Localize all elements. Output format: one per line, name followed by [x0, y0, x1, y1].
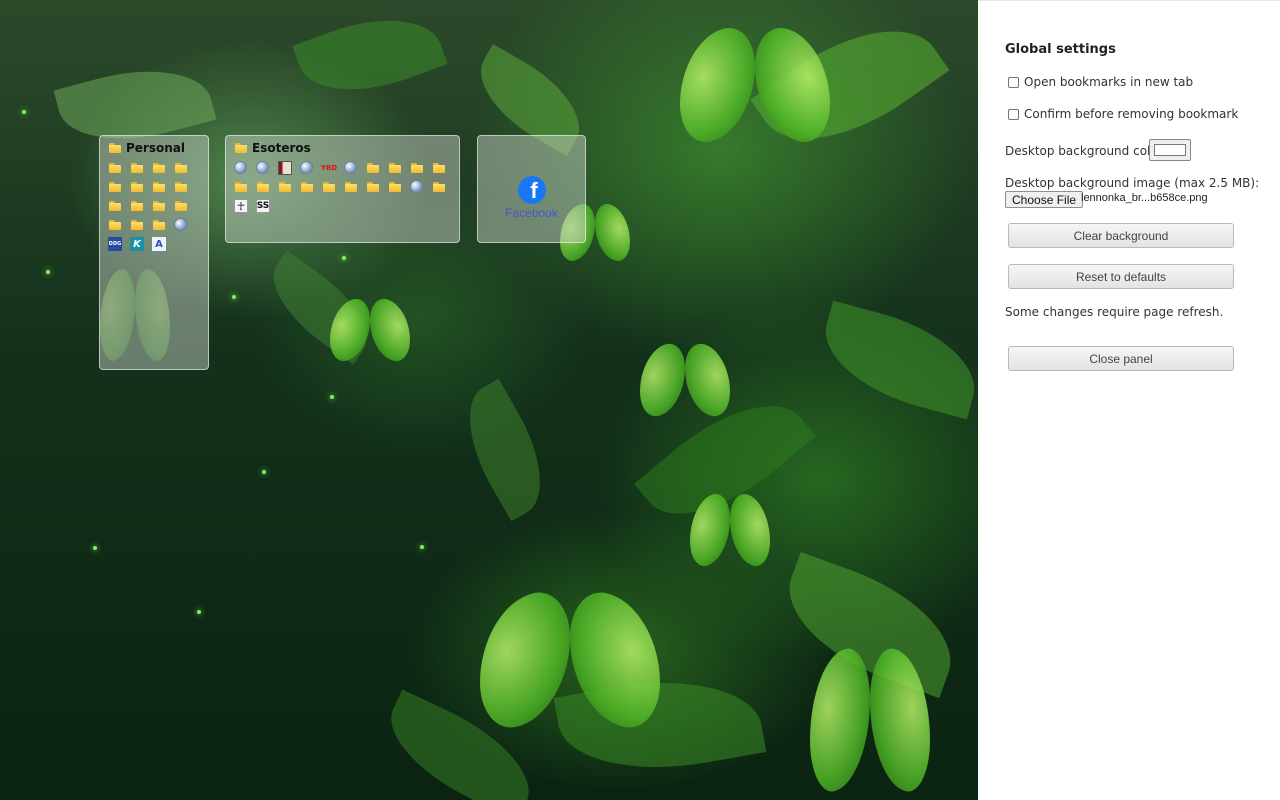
folder-icon[interactable]: [388, 161, 402, 175]
folder-title: Esoteros: [234, 140, 311, 156]
folder-icon[interactable]: [130, 199, 144, 213]
open-new-tab-option[interactable]: Open bookmarks in new tab: [1008, 75, 1193, 89]
folder-icon: [108, 141, 122, 155]
folder-personal[interactable]: Personal DDG K A: [99, 135, 209, 370]
folder-esoteros[interactable]: Esoteros YBD ☥ SS: [225, 135, 460, 243]
globe-icon[interactable]: [256, 161, 269, 174]
bg-color-label: Desktop background color:: [1005, 144, 1167, 158]
folder-icon[interactable]: [174, 180, 188, 194]
folder-icon[interactable]: [152, 180, 166, 194]
refresh-note: Some changes require page refresh.: [1005, 305, 1224, 319]
folder-icon[interactable]: [108, 218, 122, 232]
folder-icon[interactable]: [366, 161, 380, 175]
bg-color-picker[interactable]: [1149, 139, 1191, 161]
open-new-tab-checkbox[interactable]: [1008, 76, 1019, 88]
folder-icon[interactable]: [152, 161, 166, 175]
choose-file-button[interactable]: Choose File: [1005, 191, 1084, 208]
desktop-background: Personal DDG K A Esoteros YBD ☥ SS f Faceboo…: [0, 0, 978, 800]
folder-title: Personal: [108, 140, 185, 156]
folder-icon[interactable]: [322, 180, 336, 194]
selected-file-name: lennonka_br...b658ce.png: [1081, 192, 1208, 204]
globe-icon[interactable]: [300, 161, 313, 174]
folder-icon[interactable]: [278, 180, 292, 194]
red-text-icon[interactable]: YBD: [321, 161, 337, 175]
folder-icon[interactable]: [366, 180, 380, 194]
folder-icon[interactable]: [300, 180, 314, 194]
open-new-tab-label: Open bookmarks in new tab: [1024, 75, 1194, 89]
panel-title: Global settings: [1005, 42, 1116, 57]
a-icon[interactable]: A: [152, 237, 166, 251]
clear-background-button[interactable]: Clear background: [1008, 223, 1234, 248]
folder-icon[interactable]: [108, 199, 122, 213]
settings-panel: Global settings Open bookmarks in new ta…: [978, 0, 1280, 800]
book-icon[interactable]: [278, 161, 292, 175]
folder-icon[interactable]: [432, 180, 446, 194]
folder-icon[interactable]: [174, 199, 188, 213]
folder-icon[interactable]: [410, 161, 424, 175]
globe-icon[interactable]: [410, 180, 423, 193]
reset-defaults-button[interactable]: Reset to defaults: [1008, 264, 1234, 289]
folder-icon[interactable]: [108, 161, 122, 175]
globe-icon[interactable]: [234, 161, 247, 174]
folder-icon[interactable]: [388, 180, 402, 194]
ddg-icon[interactable]: DDG: [108, 237, 122, 251]
folder-icon[interactable]: [174, 161, 188, 175]
bg-image-label: Desktop background image (max 2.5 MB):: [1005, 176, 1260, 190]
confirm-remove-option[interactable]: Confirm before removing bookmark: [1008, 107, 1238, 121]
facebook-label: Facebook: [505, 206, 558, 220]
globe-icon[interactable]: [344, 161, 357, 174]
facebook-bookmark[interactable]: f Facebook: [477, 135, 586, 243]
folder-icon[interactable]: [130, 180, 144, 194]
folder-icon[interactable]: [234, 180, 248, 194]
folder-icon[interactable]: [344, 180, 358, 194]
folder-icon[interactable]: [130, 161, 144, 175]
ss-icon[interactable]: SS: [256, 199, 270, 213]
folder-icon: [234, 141, 248, 155]
confirm-remove-checkbox[interactable]: [1008, 108, 1019, 120]
folder-icon[interactable]: [432, 161, 446, 175]
folder-icon[interactable]: [256, 180, 270, 194]
facebook-icon: f: [518, 176, 546, 204]
folder-icon[interactable]: [108, 180, 122, 194]
k-icon[interactable]: K: [130, 237, 144, 251]
confirm-remove-label: Confirm before removing bookmark: [1024, 107, 1239, 121]
folder-icon[interactable]: [152, 199, 166, 213]
folder-icon[interactable]: [152, 218, 166, 232]
wallpaper-decoration: [0, 0, 978, 800]
ankh-icon[interactable]: ☥: [234, 199, 248, 213]
globe-icon[interactable]: [174, 218, 187, 231]
close-panel-button[interactable]: Close panel: [1008, 346, 1234, 371]
folder-icon[interactable]: [130, 218, 144, 232]
